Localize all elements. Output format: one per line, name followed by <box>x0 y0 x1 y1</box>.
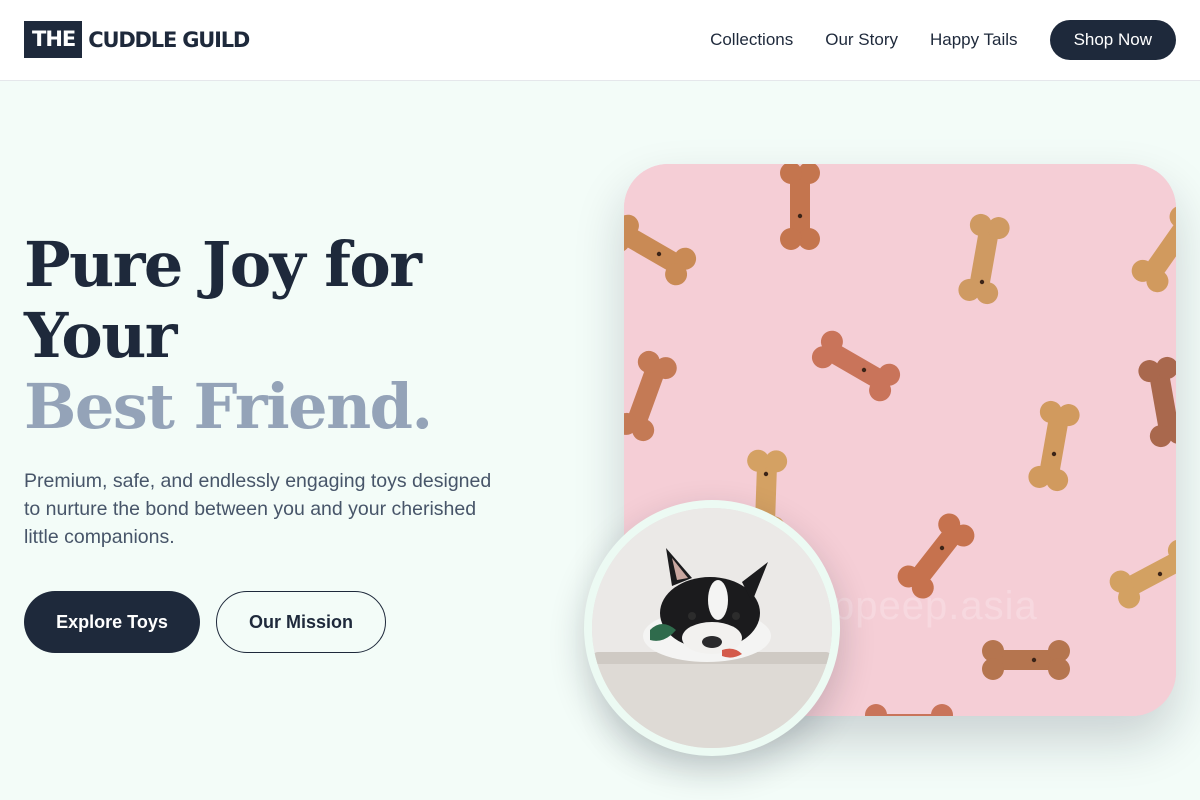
logo-box-text: THE <box>24 21 83 58</box>
hero-headline: Pure Joy for Your Best Friend. <box>24 228 433 443</box>
bulldog-photo-frame <box>584 500 840 756</box>
our-mission-button[interactable]: Our Mission <box>216 591 386 653</box>
headline-line-1: Pure Joy for <box>24 228 422 301</box>
headline-line-2: Your <box>24 299 177 372</box>
explore-toys-button[interactable]: Explore Toys <box>24 591 200 653</box>
nav-link-collections[interactable]: Collections <box>710 30 793 50</box>
logo-wordmark: CUDDLE GUILD <box>88 27 250 52</box>
nav-link-our-story[interactable]: Our Story <box>825 30 898 50</box>
french-bulldog-illustration <box>592 508 832 748</box>
nav-link-happy-tails[interactable]: Happy Tails <box>930 30 1018 50</box>
main-nav: Collections Our Story Happy Tails Shop N… <box>710 0 1176 80</box>
shop-now-button[interactable]: Shop Now <box>1049 20 1176 60</box>
brand-logo[interactable]: THE CUDDLE GUILD <box>24 21 250 58</box>
headline-accent: Best Friend. <box>24 370 433 443</box>
bulldog-photo <box>592 508 832 748</box>
hero-subtitle: Premium, safe, and endlessly engaging to… <box>24 470 492 548</box>
top-navigation-bar: THE CUDDLE GUILD Collections Our Story H… <box>0 0 1200 81</box>
